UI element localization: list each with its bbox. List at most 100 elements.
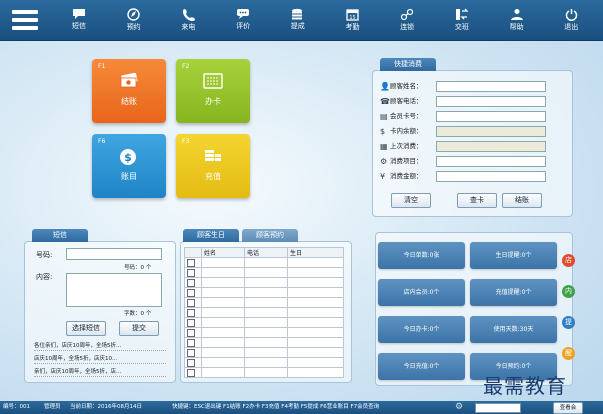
phone-count: 号码：0 个 bbox=[124, 265, 152, 271]
stat-card[interactable]: 店内会员:0个 bbox=[378, 279, 465, 306]
tile-accounts[interactable]: F6 $ 账目 bbox=[92, 134, 166, 198]
table-row bbox=[184, 317, 344, 328]
cell bbox=[244, 267, 288, 278]
quick-field-label: 顾客姓名： bbox=[390, 82, 423, 90]
tab-customer-appointment[interactable]: 顾客预约 bbox=[242, 229, 298, 242]
row-checkbox[interactable] bbox=[187, 268, 195, 277]
sms-template-item[interactable]: 各位亲们，店庆10周年，全场5折... bbox=[34, 341, 166, 351]
stat-card[interactable]: 充值提醒:0个 bbox=[470, 279, 557, 306]
stat-card[interactable]: 今日充值:0个 bbox=[378, 353, 465, 380]
nav-calendar[interactable]: 15 考勤 bbox=[327, 0, 379, 40]
content-textarea[interactable] bbox=[66, 273, 162, 307]
cell bbox=[244, 277, 288, 288]
row-checkbox[interactable] bbox=[187, 288, 195, 297]
stat-card[interactable]: 生日提醒:0个 bbox=[470, 242, 557, 269]
nav-comment[interactable]: 评价 bbox=[217, 0, 269, 40]
quick-field-input[interactable] bbox=[436, 81, 546, 92]
quick-field-input[interactable] bbox=[436, 156, 546, 167]
power-icon bbox=[545, 8, 597, 21]
nav-label: 评价 bbox=[236, 22, 251, 30]
nav-compass[interactable]: 预约 bbox=[108, 0, 160, 40]
status-search-input[interactable] bbox=[475, 403, 521, 413]
row-checkbox[interactable] bbox=[187, 348, 195, 357]
checkout-button[interactable]: 结账 bbox=[502, 193, 542, 208]
phone-input[interactable] bbox=[66, 248, 162, 260]
row-checkbox[interactable] bbox=[187, 338, 195, 347]
quick-consume-tab[interactable]: 快捷消费 bbox=[380, 58, 436, 71]
status-operator: 管理员 bbox=[44, 404, 61, 410]
select-sms-button[interactable]: 选择短信 bbox=[66, 321, 106, 336]
swap-icon bbox=[436, 8, 488, 21]
row-checkbox[interactable] bbox=[187, 298, 195, 307]
check-card-button[interactable]: 查卡 bbox=[457, 193, 497, 208]
nav-phone[interactable]: 来电 bbox=[162, 0, 214, 40]
nav-label: 预约 bbox=[126, 23, 141, 31]
row-checkbox-cell bbox=[184, 307, 202, 318]
menu-icon[interactable] bbox=[8, 6, 40, 34]
tab-customer-birthday[interactable]: 顾客生日 bbox=[183, 229, 239, 242]
table-row bbox=[184, 357, 344, 368]
cell bbox=[201, 327, 245, 338]
quick-field-row: ▦ 上次消费： bbox=[380, 141, 550, 152]
quick-field-input[interactable] bbox=[436, 171, 546, 182]
gear-icon: ⚙ bbox=[380, 157, 388, 166]
quick-field-label: 上次消费： bbox=[390, 142, 423, 150]
nav-label: 考勤 bbox=[345, 23, 360, 31]
tile-label: 账目 bbox=[121, 172, 137, 181]
submit-sms-button[interactable]: 提交 bbox=[119, 321, 159, 336]
tile-shortcut-key: F1 bbox=[98, 63, 106, 70]
checkbox-header bbox=[184, 247, 202, 258]
tile-shortcut-key: F2 bbox=[182, 63, 190, 70]
sms-template-item[interactable]: 亲们，店庆10周年，全场5折，店... bbox=[34, 367, 166, 377]
row-checkbox[interactable] bbox=[187, 358, 195, 367]
cell bbox=[287, 257, 344, 268]
status-bar: 编号：001 管理员 当前日期：2016年08月14日 快捷键：ESC退出键 F… bbox=[0, 401, 603, 414]
nav-power[interactable]: 退出 bbox=[545, 0, 597, 40]
tile-open-card[interactable]: F2 办卡 bbox=[176, 59, 250, 123]
table-row bbox=[184, 337, 344, 348]
tile-recharge[interactable]: F3 充值 bbox=[176, 134, 250, 198]
tile-checkout[interactable]: F1 结账 bbox=[92, 59, 166, 123]
row-checkbox[interactable] bbox=[187, 308, 195, 317]
cell bbox=[287, 357, 344, 368]
nav-message[interactable]: 短信 bbox=[53, 0, 105, 40]
status-search-button[interactable]: 查看会 bbox=[553, 402, 583, 414]
table-row bbox=[184, 347, 344, 358]
row-checkbox[interactable] bbox=[187, 278, 195, 287]
cell bbox=[244, 297, 288, 308]
clear-button[interactable]: 清空 bbox=[391, 193, 431, 208]
row-checkbox[interactable] bbox=[187, 368, 195, 377]
row-checkbox[interactable] bbox=[187, 318, 195, 327]
cell bbox=[244, 317, 288, 328]
table-row bbox=[184, 257, 344, 268]
status-id: 编号：001 bbox=[3, 404, 30, 410]
row-checkbox[interactable] bbox=[187, 328, 195, 337]
quick-field-row: 👤 顾客姓名： bbox=[380, 81, 550, 92]
cell bbox=[287, 307, 344, 318]
quick-field-label: 会员卡号： bbox=[390, 112, 423, 120]
settings-gear-icon[interactable]: ⚙ bbox=[455, 401, 463, 414]
nav-help[interactable]: 帮助 bbox=[491, 0, 543, 40]
stat-card[interactable]: 今日单数:0张 bbox=[378, 242, 465, 269]
coins-icon bbox=[272, 8, 324, 20]
row-checkbox[interactable] bbox=[187, 258, 195, 267]
nav-swap[interactable]: 交班 bbox=[436, 0, 488, 40]
quick-field-input bbox=[436, 126, 546, 137]
top-toolbar: 短信 预约 来电 评价 提成 15 考勤 连锁 交班 帮助 退出 bbox=[0, 0, 603, 41]
table-row bbox=[184, 287, 344, 298]
quick-field-input[interactable] bbox=[436, 111, 546, 122]
nav-coins[interactable]: 提成 bbox=[272, 0, 324, 40]
nav-chain[interactable]: 连锁 bbox=[381, 0, 433, 40]
quick-field-row: ▤ 会员卡号： bbox=[380, 111, 550, 122]
row-checkbox-cell bbox=[184, 367, 202, 378]
sms-tab[interactable]: 短信 bbox=[32, 229, 88, 242]
sms-template-item[interactable]: 店庆10周年，全场5折，店庆10... bbox=[34, 354, 166, 364]
tile-shortcut-key: F6 bbox=[98, 138, 106, 145]
stat-card[interactable]: 使用天数:30天 bbox=[470, 316, 557, 343]
quick-field-input[interactable] bbox=[436, 96, 546, 107]
row-checkbox-cell bbox=[184, 257, 202, 268]
cell bbox=[201, 347, 245, 358]
row-checkbox-cell bbox=[184, 287, 202, 298]
nav-label: 短信 bbox=[72, 22, 86, 30]
stat-card[interactable]: 今日办卡:0个 bbox=[378, 316, 465, 343]
